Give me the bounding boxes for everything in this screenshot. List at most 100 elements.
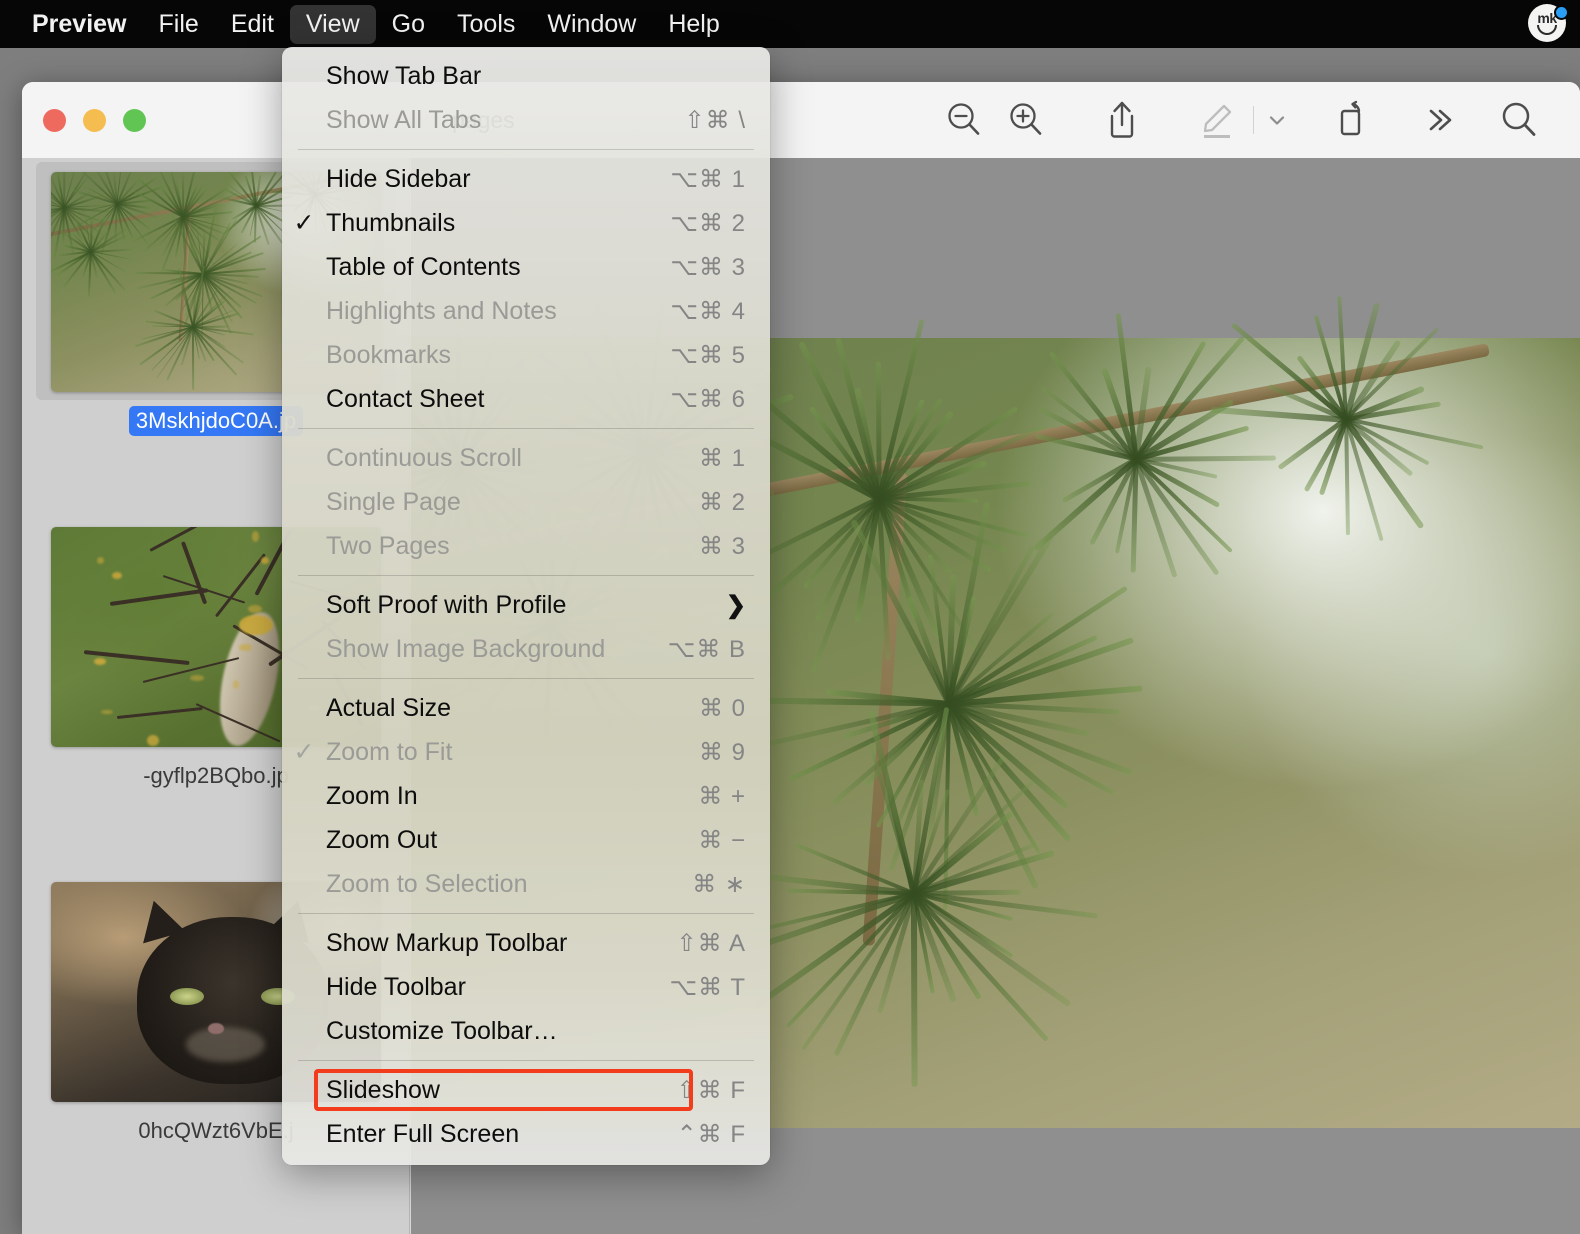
- menu-item-highlights-and-notes: Highlights and Notes ⌥⌘ 4: [282, 289, 770, 333]
- menu-item-shortcut: ⌥⌘ B: [667, 635, 746, 663]
- menu-item-table-of-contents[interactable]: Table of Contents ⌥⌘ 3: [282, 245, 770, 289]
- menu-item-show-markup-toolbar[interactable]: Show Markup Toolbar ⇧⌘ A: [282, 921, 770, 965]
- share-icon[interactable]: [1091, 89, 1153, 151]
- menu-item-shortcut: ⌃⌘ F: [676, 1120, 746, 1148]
- rotate-icon[interactable]: [1320, 89, 1382, 151]
- menu-separator: [298, 149, 754, 150]
- minimize-button[interactable]: [83, 108, 106, 132]
- menu-item-shortcut: ⇧⌘ F: [676, 1076, 746, 1104]
- menu-window[interactable]: Window: [531, 5, 652, 44]
- menu-item-label: Hide Toolbar: [326, 972, 466, 1001]
- menu-item-shortcut: ⇧⌘ \: [684, 106, 746, 134]
- menu-item-label: Slideshow: [326, 1075, 440, 1104]
- menu-item-label: Contact Sheet: [326, 384, 485, 413]
- menu-item-shortcut: ⌥⌘ 5: [670, 341, 746, 369]
- menu-item-contact-sheet[interactable]: Contact Sheet ⌥⌘ 6: [282, 377, 770, 421]
- menu-item-enter-full-screen[interactable]: Enter Full Screen ⌃⌘ F: [282, 1112, 770, 1156]
- menu-item-shortcut: ⌘ 3: [698, 532, 746, 560]
- menu-item-label: Zoom Out: [326, 825, 438, 854]
- menu-item-bookmarks: Bookmarks ⌥⌘ 5: [282, 333, 770, 377]
- menu-item-zoom-out[interactable]: Zoom Out ⌘ −: [282, 818, 770, 862]
- more-icon[interactable]: [1408, 89, 1470, 151]
- menu-separator: [298, 575, 754, 576]
- menu-bar-items: File Edit View Go Tools Window Help: [143, 4, 736, 44]
- thumbnail-filename[interactable]: 3MskhjdoC0A.jp: [128, 406, 304, 436]
- cat-nose: [208, 1022, 224, 1034]
- menu-tools[interactable]: Tools: [441, 5, 531, 44]
- menu-help[interactable]: Help: [652, 5, 735, 44]
- menu-item-shortcut: ⌘ 9: [698, 738, 746, 766]
- menu-item-continuous-scroll: Continuous Scroll ⌘ 1: [282, 436, 770, 480]
- menu-item-label: Hide Sidebar: [326, 164, 471, 193]
- avatar[interactable]: mk: [1528, 4, 1569, 44]
- menu-item-single-page: Single Page ⌘ 2: [282, 480, 770, 524]
- menu-item-customize-toolbar[interactable]: Customize Toolbar…: [282, 1009, 770, 1053]
- menu-item-label: Zoom to Fit: [326, 737, 453, 766]
- menu-item-label: Bookmarks: [326, 340, 452, 369]
- markup-icon[interactable]: [1185, 89, 1247, 151]
- menu-item-two-pages: Two Pages ⌘ 3: [282, 524, 770, 568]
- menu-separator: [298, 1060, 754, 1061]
- lichen-spot: [261, 557, 269, 564]
- menu-item-shortcut: ⌥⌘ T: [669, 973, 746, 1001]
- menu-item-shortcut: ⌘ −: [698, 826, 746, 854]
- menu-view[interactable]: View: [289, 4, 376, 44]
- lichen-spot: [239, 644, 252, 651]
- menu-item-shortcut: ⌘ 0: [698, 694, 746, 722]
- chevron-down-icon[interactable]: [1260, 89, 1294, 151]
- menu-item-actual-size[interactable]: Actual Size ⌘ 0: [282, 686, 770, 730]
- twig: [181, 541, 208, 605]
- search-icon[interactable]: [1488, 89, 1550, 151]
- menu-item-label: Customize Toolbar…: [326, 1016, 558, 1045]
- menu-item-shortcut: ⌥⌘ 3: [670, 253, 746, 281]
- menu-edit[interactable]: Edit: [215, 5, 290, 44]
- screen: Preview File Edit View Go Tools Window Help mk: [0, 0, 1580, 1234]
- maximize-button[interactable]: [123, 108, 146, 132]
- desktop: pages: [0, 48, 1580, 1234]
- menu-item-label: Single Page: [326, 487, 461, 516]
- lichen-spot: [233, 680, 239, 689]
- menu-item-show-all-tabs: Show All Tabs ⇧⌘ \: [282, 98, 770, 142]
- menu-item-zoom-to-fit: ✓ Zoom to Fit ⌘ 9: [282, 730, 770, 774]
- zoom-out-icon[interactable]: [933, 89, 995, 151]
- pine-needle: [191, 326, 195, 391]
- lichen-cluster: [239, 615, 274, 635]
- menu-separator: [298, 678, 754, 679]
- menu-item-show-image-background: Show Image Background ⌥⌘ B: [282, 627, 770, 671]
- pine-needle: [910, 893, 918, 1088]
- thumbnail-filename[interactable]: -gyflp2BQbo.jp: [136, 761, 296, 791]
- menu-item-shortcut: ⌥⌘ 4: [670, 297, 746, 325]
- menu-item-slideshow[interactable]: Slideshow ⇧⌘ F: [282, 1068, 770, 1112]
- view-menu-dropdown[interactable]: Show Tab Bar Show All Tabs ⇧⌘ \ Hide Sideba…: [282, 47, 770, 1165]
- menu-app-preview[interactable]: Preview: [16, 5, 143, 44]
- chevron-right-icon: ❯: [725, 591, 746, 619]
- menu-item-show-tab-bar[interactable]: Show Tab Bar: [282, 54, 770, 98]
- menu-item-label: Enter Full Screen: [326, 1119, 520, 1148]
- menu-item-zoom-in[interactable]: Zoom In ⌘ +: [282, 774, 770, 818]
- menu-item-soft-proof-with-profile[interactable]: Soft Proof with Profile ❯: [282, 583, 770, 627]
- toolbar-divider: [1253, 106, 1254, 134]
- toolbar: [933, 82, 1550, 158]
- menu-item-hide-toolbar[interactable]: Hide Toolbar ⌥⌘ T: [282, 965, 770, 1009]
- zoom-in-icon[interactable]: [995, 89, 1057, 151]
- menu-item-shortcut: ⌥⌘ 1: [670, 165, 746, 193]
- menu-item-label: Zoom to Selection: [326, 869, 528, 898]
- twig: [116, 707, 203, 720]
- lichen-spot: [248, 605, 262, 613]
- menu-separator: [298, 428, 754, 429]
- menu-item-label: Continuous Scroll: [326, 443, 522, 472]
- twig: [110, 588, 209, 606]
- thumbnail-filename[interactable]: 0hcQWzt6VbE.j: [131, 1116, 300, 1146]
- menu-item-hide-sidebar[interactable]: Hide Sidebar ⌥⌘ 1: [282, 157, 770, 201]
- menu-file[interactable]: File: [143, 5, 215, 44]
- menu-item-shortcut: ⌘ 2: [698, 488, 746, 516]
- menu-go[interactable]: Go: [376, 5, 441, 44]
- menu-item-label: Highlights and Notes: [326, 296, 557, 325]
- cat-eye-left: [169, 987, 204, 1005]
- menu-item-thumbnails[interactable]: ✓ Thumbnails ⌥⌘ 2: [282, 201, 770, 245]
- menu-item-shortcut: ⇧⌘ A: [676, 929, 746, 957]
- preview-window: pages: [22, 82, 1580, 1234]
- menu-item-label: Thumbnails: [326, 208, 456, 237]
- close-button[interactable]: [43, 108, 66, 132]
- menu-item-shortcut: ⌥⌘ 6: [670, 385, 746, 413]
